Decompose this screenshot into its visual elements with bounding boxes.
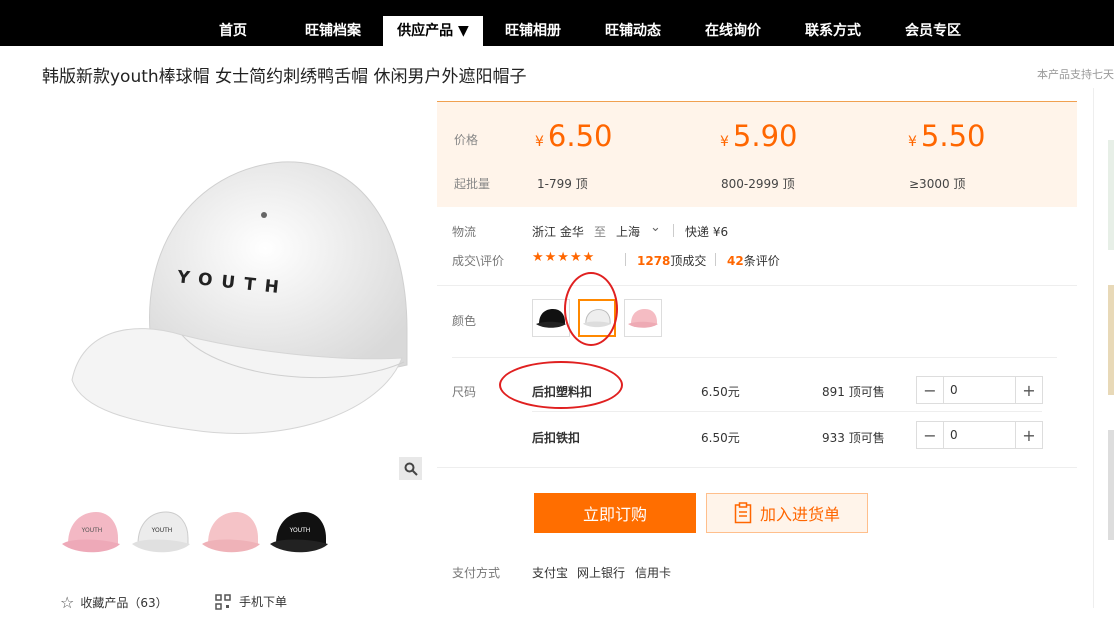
top-nav: 首页 旺铺档案 供应产品 ▼ 旺铺相册 旺铺动态 在线询价 联系方式 会员专区 <box>0 0 1114 46</box>
cap-image: YOUTH <box>71 161 408 434</box>
express-fee: 快递 ¥6 <box>685 225 729 239</box>
favorite-button[interactable]: ☆ 收藏产品（63） <box>60 593 168 612</box>
size-stock: 933 顶可售 <box>822 431 885 445</box>
size-option-metal: 后扣铁扣 <box>532 431 581 445</box>
divider <box>532 411 1042 412</box>
add-to-cart-label: 加入进货单 <box>759 505 840 524</box>
magnifier-icon <box>404 462 418 476</box>
nav-home[interactable]: 首页 <box>200 16 266 46</box>
range-tier-3: ≥3000 顶 <box>909 177 966 191</box>
side-ad[interactable] <box>1108 140 1114 250</box>
deal-count[interactable]: 1278顶成交 <box>637 252 706 269</box>
color-swatch-pink[interactable] <box>624 299 662 337</box>
rating-stars: ★★★★★ <box>532 250 596 265</box>
payment-online-bank: 网上银行 <box>577 566 626 580</box>
batch-label: 起批量 <box>454 177 491 191</box>
size-price: 6.50元 <box>701 431 740 445</box>
annotation-circle-color <box>564 272 618 346</box>
divider <box>452 357 1057 358</box>
payment-alipay: 支付宝 <box>532 566 569 580</box>
main-product-image[interactable]: YOUTH <box>42 100 422 482</box>
review-count[interactable]: 42条评价 <box>727 252 780 269</box>
nav-news[interactable]: 旺铺动态 <box>590 16 676 46</box>
add-to-cart-button[interactable]: 加入进货单 <box>706 493 868 533</box>
separator <box>715 253 716 266</box>
star-outline-icon: ☆ <box>60 593 75 612</box>
size-stock: 891 顶可售 <box>822 385 885 399</box>
nav-album[interactable]: 旺铺相册 <box>490 16 576 46</box>
logistics-from: 浙江 金华 <box>532 225 584 239</box>
quantity-value[interactable]: 0 <box>943 422 1016 448</box>
payment-credit-card: 信用卡 <box>635 566 672 580</box>
thumbnail-pink[interactable]: YOUTH <box>60 500 122 562</box>
minus-icon[interactable]: − <box>917 422 943 448</box>
nav-products[interactable]: 供应产品 ▼ <box>383 16 483 46</box>
quantity-stepper[interactable]: − 0 + <box>916 376 1043 404</box>
product-title: 韩版新款youth棒球帽 女士简约刺绣鸭舌帽 休闲男户外遮阳帽子 <box>42 67 527 87</box>
price-label: 价格 <box>454 133 479 147</box>
thumbnail-black[interactable]: YOUTH <box>268 500 330 562</box>
plus-icon[interactable]: + <box>1016 422 1042 448</box>
range-tier-1: 1-799 顶 <box>537 177 588 191</box>
mobile-order-button[interactable]: 手机下单 <box>215 593 287 610</box>
divider <box>437 467 1077 468</box>
price-tier-3: ¥5.50 <box>908 119 986 153</box>
annotation-circle-size <box>499 361 623 409</box>
chevron-down-icon[interactable]: ⌄ <box>650 220 661 235</box>
svg-text:YOUTH: YOUTH <box>81 527 103 534</box>
zoom-button[interactable] <box>399 457 422 480</box>
divider <box>1093 88 1094 608</box>
svg-text:YOUTH: YOUTH <box>151 527 173 534</box>
qr-code-icon <box>215 593 231 610</box>
mobile-order-label: 手机下单 <box>239 595 288 609</box>
price-panel: 价格 起批量 ¥6.50 1-799 顶 ¥5.90 800-2999 顶 ¥5… <box>437 101 1077 207</box>
price-tier-1: ¥6.50 <box>535 119 613 153</box>
logistics-destination[interactable]: 上海 <box>616 223 640 240</box>
nav-shop-profile[interactable]: 旺铺档案 <box>290 16 376 46</box>
divider <box>437 285 1077 286</box>
size-label: 尺码 <box>452 385 477 399</box>
plus-icon[interactable]: + <box>1016 377 1042 403</box>
svg-text:YOUTH: YOUTH <box>289 527 311 534</box>
nav-inquiry[interactable]: 在线询价 <box>690 16 776 46</box>
price-tier-2: ¥5.90 <box>720 119 798 153</box>
size-price: 6.50元 <box>701 385 740 399</box>
thumbnail-pink-2[interactable] <box>200 500 262 562</box>
clipboard-icon <box>734 502 752 524</box>
logistics-label: 物流 <box>452 225 477 239</box>
thumbnail-white[interactable]: YOUTH <box>130 500 192 562</box>
quantity-stepper[interactable]: − 0 + <box>916 421 1043 449</box>
favorite-label: 收藏产品（63） <box>80 596 168 610</box>
buy-now-button[interactable]: 立即订购 <box>534 493 696 533</box>
logistics-to-word: 至 <box>594 225 607 239</box>
payment-label: 支付方式 <box>452 566 501 580</box>
quantity-value[interactable]: 0 <box>943 377 1016 403</box>
side-ad-3[interactable] <box>1108 430 1114 540</box>
separator <box>625 253 626 266</box>
service-note: 本产品支持七天 <box>1037 68 1114 81</box>
minus-icon[interactable]: − <box>917 377 943 403</box>
deals-label: 成交\评价 <box>452 254 505 268</box>
color-label: 颜色 <box>452 314 477 328</box>
nav-member[interactable]: 会员专区 <box>890 16 976 46</box>
side-ad-2[interactable] <box>1108 285 1114 395</box>
nav-contact[interactable]: 联系方式 <box>790 16 876 46</box>
range-tier-2: 800-2999 顶 <box>721 177 795 191</box>
separator <box>673 224 674 237</box>
